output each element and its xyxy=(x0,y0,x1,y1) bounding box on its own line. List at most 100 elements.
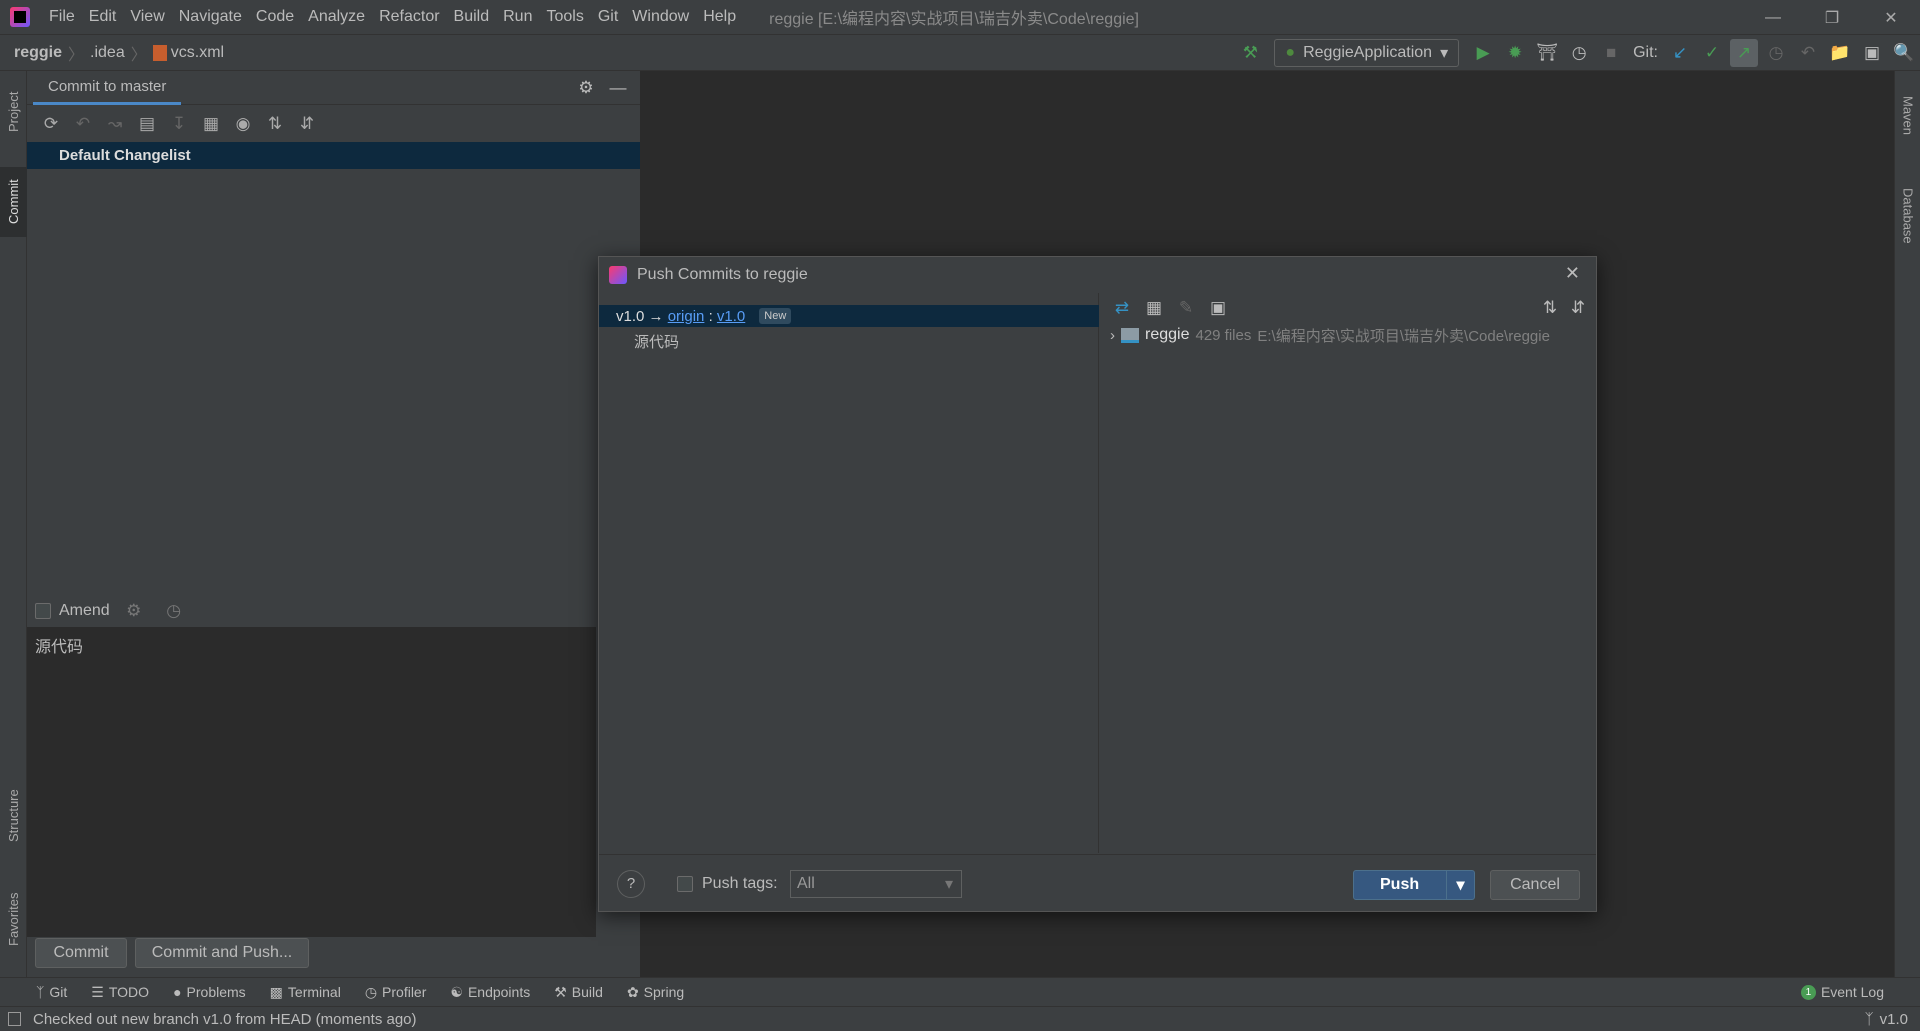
menu-tools[interactable]: Tools xyxy=(539,8,590,26)
menu-refactor[interactable]: Refactor xyxy=(372,8,446,26)
stop-icon[interactable]: ■ xyxy=(1597,39,1625,67)
rollback-icon[interactable]: ↶ xyxy=(1794,39,1822,67)
run-icon[interactable]: ▶ xyxy=(1469,39,1497,67)
history-icon[interactable]: ◷ xyxy=(160,597,188,625)
chevron-right-icon: › xyxy=(1110,326,1115,344)
commit-button[interactable]: Commit xyxy=(35,938,127,968)
tool-problems[interactable]: ● Problems xyxy=(173,984,246,1000)
branch-name: v1.0 xyxy=(1879,1010,1908,1028)
edit-icon[interactable]: ✎ xyxy=(1172,294,1200,322)
breadcrumb-project[interactable]: reggie xyxy=(14,44,62,62)
help-button[interactable]: ? xyxy=(617,869,645,898)
collapse-all-icon[interactable]: ⇵ xyxy=(1564,294,1592,322)
refresh-icon[interactable]: ⟳ xyxy=(37,110,65,138)
menu-navigate[interactable]: Navigate xyxy=(172,8,249,26)
expand-all-icon[interactable]: ⇅ xyxy=(261,110,289,138)
push-button[interactable]: Push ▾ xyxy=(1353,870,1475,900)
remote-link[interactable]: origin xyxy=(668,308,705,325)
menu-build[interactable]: Build xyxy=(447,8,497,26)
tab-commit[interactable]: Commit xyxy=(0,167,27,237)
tab-project[interactable]: Project xyxy=(0,77,27,147)
dialog-title: Push Commits to reggie xyxy=(637,266,808,283)
tab-structure[interactable]: Structure xyxy=(0,771,27,861)
remote-branch-link[interactable]: v1.0 xyxy=(717,308,745,325)
breadcrumb-idea[interactable]: .idea xyxy=(90,44,125,62)
branch-row[interactable]: v1.0 → origin : v1.0 New xyxy=(599,305,1099,327)
rollback-icon[interactable]: ↶ xyxy=(69,110,97,138)
menu-bar: File Edit View Navigate Code Analyze Ref… xyxy=(0,0,1920,35)
collapse-all-icon[interactable]: ⇵ xyxy=(293,110,321,138)
move-icon[interactable]: ↝ xyxy=(101,110,129,138)
preview-icon[interactable]: ▣ xyxy=(1204,294,1232,322)
tool-todo[interactable]: ☰ TODO xyxy=(91,984,149,1001)
push-tags-checkbox[interactable] xyxy=(677,875,693,892)
commit-tab[interactable]: Commit to master xyxy=(33,71,182,105)
restore-icon[interactable]: ❐ xyxy=(1803,0,1861,35)
search-icon[interactable]: 🔍 xyxy=(1890,39,1918,67)
xml-file-icon xyxy=(152,44,167,61)
tool-git[interactable]: ᛉ Git xyxy=(36,984,67,1000)
menu-analyze[interactable]: Analyze xyxy=(301,8,372,26)
tool-profiler[interactable]: ◷ Profiler xyxy=(365,984,427,1001)
menu-git[interactable]: Git xyxy=(591,8,625,26)
repo-row[interactable]: › reggie 429 files E:\编程内容\实战项目\瑞吉外卖\Cod… xyxy=(1100,323,1596,347)
amend-checkbox[interactable] xyxy=(35,603,51,619)
git-commit-icon[interactable]: ✓ xyxy=(1698,39,1726,67)
tab-database[interactable]: Database xyxy=(1895,171,1920,261)
tab-maven[interactable]: Maven xyxy=(1895,81,1920,151)
cancel-button[interactable]: Cancel xyxy=(1490,870,1580,900)
run-configuration-select[interactable]: ● ReggieApplication ▾ xyxy=(1274,39,1460,67)
repo-name: reggie xyxy=(1145,326,1190,343)
toggle-toolwindows-icon[interactable] xyxy=(8,1012,21,1026)
menu-run[interactable]: Run xyxy=(496,8,539,26)
hide-icon[interactable]: — xyxy=(604,74,632,102)
commit-message-input[interactable]: 源代码 xyxy=(27,627,596,937)
git-update-icon[interactable]: ↙ xyxy=(1666,39,1694,67)
tool-label: Git xyxy=(49,984,68,1000)
profile-icon[interactable]: ◷ xyxy=(1565,39,1593,67)
menu-view[interactable]: View xyxy=(123,8,171,26)
commit-options-gear-icon[interactable]: ⚙ xyxy=(120,597,148,625)
close-window-icon[interactable]: ✕ xyxy=(1862,0,1920,35)
build-hammer-icon[interactable]: ⚒ xyxy=(1236,39,1264,67)
tool-terminal[interactable]: ▩ Terminal xyxy=(270,984,341,1001)
group-by-icon[interactable]: ▦ xyxy=(197,110,225,138)
git-push-icon[interactable]: ↗ xyxy=(1730,39,1758,67)
git-branch-widget[interactable]: ᛉ v1.0 xyxy=(1865,1011,1908,1028)
tab-favorites[interactable]: Favorites xyxy=(0,871,27,967)
coverage-icon[interactable]: ⛩ xyxy=(1533,39,1561,67)
project-structure-icon[interactable]: 📁 xyxy=(1826,39,1854,67)
compare-icon[interactable]: ⇄ xyxy=(1108,294,1136,322)
commit-item[interactable]: 源代码 xyxy=(634,331,679,352)
tool-build[interactable]: ⚒ Build xyxy=(554,984,603,1001)
minimize-icon[interactable]: — xyxy=(1744,0,1802,35)
right-tool-stripe: Maven Database xyxy=(1894,71,1920,977)
event-log-label: Event Log xyxy=(1820,984,1884,1000)
debug-icon[interactable]: ✹ xyxy=(1501,39,1529,67)
history-icon[interactable]: ◷ xyxy=(1762,39,1790,67)
tool-spring[interactable]: ✿ Spring xyxy=(627,984,684,1001)
commit-and-push-button[interactable]: Commit and Push... xyxy=(135,938,309,968)
diff-icon[interactable]: ▤ xyxy=(133,110,161,138)
close-icon[interactable]: ✕ xyxy=(1565,263,1580,284)
breadcrumb-file[interactable]: vcs.xml xyxy=(171,44,224,62)
branch-icon: ᛉ xyxy=(1864,1010,1874,1028)
group-by-icon[interactable]: ▦ xyxy=(1140,294,1168,322)
push-tags-select[interactable]: All ▾ xyxy=(790,869,962,898)
menu-file[interactable]: File xyxy=(42,8,82,26)
eye-icon[interactable]: ◉ xyxy=(229,110,257,138)
push-options-chevron-icon[interactable]: ▾ xyxy=(1446,871,1474,899)
shelve-icon[interactable]: ↧ xyxy=(165,110,193,138)
menu-edit[interactable]: Edit xyxy=(82,8,124,26)
tool-endpoints[interactable]: ☯ Endpoints xyxy=(450,984,530,1001)
menu-window[interactable]: Window xyxy=(625,8,696,26)
terminal-window-icon[interactable]: ▣ xyxy=(1858,39,1886,67)
event-log[interactable]: 1 Event Log xyxy=(1800,984,1884,1000)
status-bar: Checked out new branch v1.0 from HEAD (m… xyxy=(0,1006,1920,1031)
expand-all-icon[interactable]: ⇅ xyxy=(1536,294,1564,322)
menu-code[interactable]: Code xyxy=(249,8,301,26)
tool-label: Profiler xyxy=(382,984,427,1000)
default-changelist[interactable]: Default Changelist xyxy=(27,142,640,169)
gear-icon[interactable]: ⚙ xyxy=(572,74,600,102)
menu-help[interactable]: Help xyxy=(696,8,743,26)
